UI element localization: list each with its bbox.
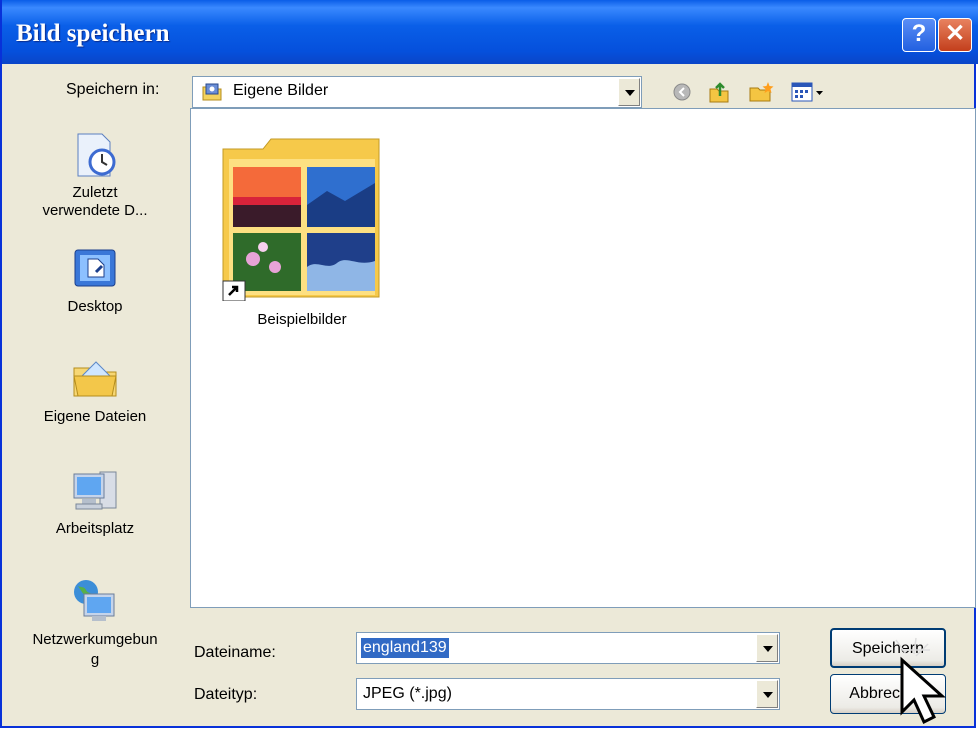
folder-shortcut-icon bbox=[219, 135, 385, 302]
desktop-icon bbox=[70, 244, 120, 294]
chevron-down-icon[interactable] bbox=[756, 634, 778, 662]
filename-field[interactable]: england139 bbox=[356, 632, 780, 664]
back-icon[interactable] bbox=[670, 80, 696, 104]
save-dialog: Bild speichern ? ✕ Speichern in: Eigene … bbox=[0, 0, 978, 728]
save-in-dropdown[interactable]: Eigene Bilder bbox=[192, 76, 642, 108]
chevron-down-icon[interactable] bbox=[756, 680, 778, 708]
place-label: Zuletzt verwendete D... bbox=[42, 184, 148, 219]
recent-documents-icon bbox=[70, 130, 120, 180]
place-label: Eigene Dateien bbox=[43, 408, 147, 425]
my-computer-icon bbox=[70, 466, 120, 516]
my-pictures-icon bbox=[201, 81, 223, 103]
help-button[interactable]: ? bbox=[902, 18, 936, 52]
save-in-label: Speichern in: bbox=[66, 81, 160, 98]
view-menu-icon[interactable] bbox=[790, 80, 826, 104]
save-in-value: Eigene Bilder bbox=[233, 82, 329, 99]
up-folder-icon[interactable] bbox=[706, 80, 732, 104]
filename-value[interactable]: england139 bbox=[361, 638, 449, 658]
close-button[interactable]: ✕ bbox=[938, 18, 972, 52]
place-network[interactable]: Netzwerkumgebung bbox=[10, 576, 180, 670]
window-title: Bild speichern bbox=[16, 20, 170, 47]
filetype-dropdown[interactable]: JPEG (*.jpg) bbox=[356, 678, 780, 710]
place-desktop[interactable]: Desktop bbox=[10, 244, 180, 315]
chevron-down-icon[interactable] bbox=[618, 78, 640, 106]
place-label: Arbeitsplatz bbox=[55, 520, 135, 537]
file-item[interactable]: Beispielbilder bbox=[219, 135, 385, 328]
filetype-value: JPEG (*.jpg) bbox=[363, 685, 452, 702]
mouse-cursor-icon bbox=[882, 636, 952, 728]
network-icon bbox=[70, 576, 120, 626]
filename-label: Dateiname: bbox=[194, 644, 276, 661]
file-list[interactable]: Beispielbilder bbox=[190, 108, 976, 608]
file-name: Beispielbilder bbox=[257, 311, 347, 328]
new-folder-icon[interactable] bbox=[748, 80, 774, 104]
filetype-label: Dateityp: bbox=[194, 686, 258, 703]
places-bar: Zuletzt verwendete D... Desktop Eigene D… bbox=[10, 108, 180, 708]
title-bar[interactable]: Bild speichern ? ✕ bbox=[2, 0, 978, 64]
place-label: Desktop bbox=[67, 298, 123, 315]
place-recent[interactable]: Zuletzt verwendete D... bbox=[10, 130, 180, 220]
place-my-computer[interactable]: Arbeitsplatz bbox=[10, 466, 180, 537]
place-label: Netzwerkumgebung bbox=[32, 631, 158, 668]
place-my-documents[interactable]: Eigene Dateien bbox=[10, 354, 180, 425]
my-documents-icon bbox=[70, 354, 120, 404]
